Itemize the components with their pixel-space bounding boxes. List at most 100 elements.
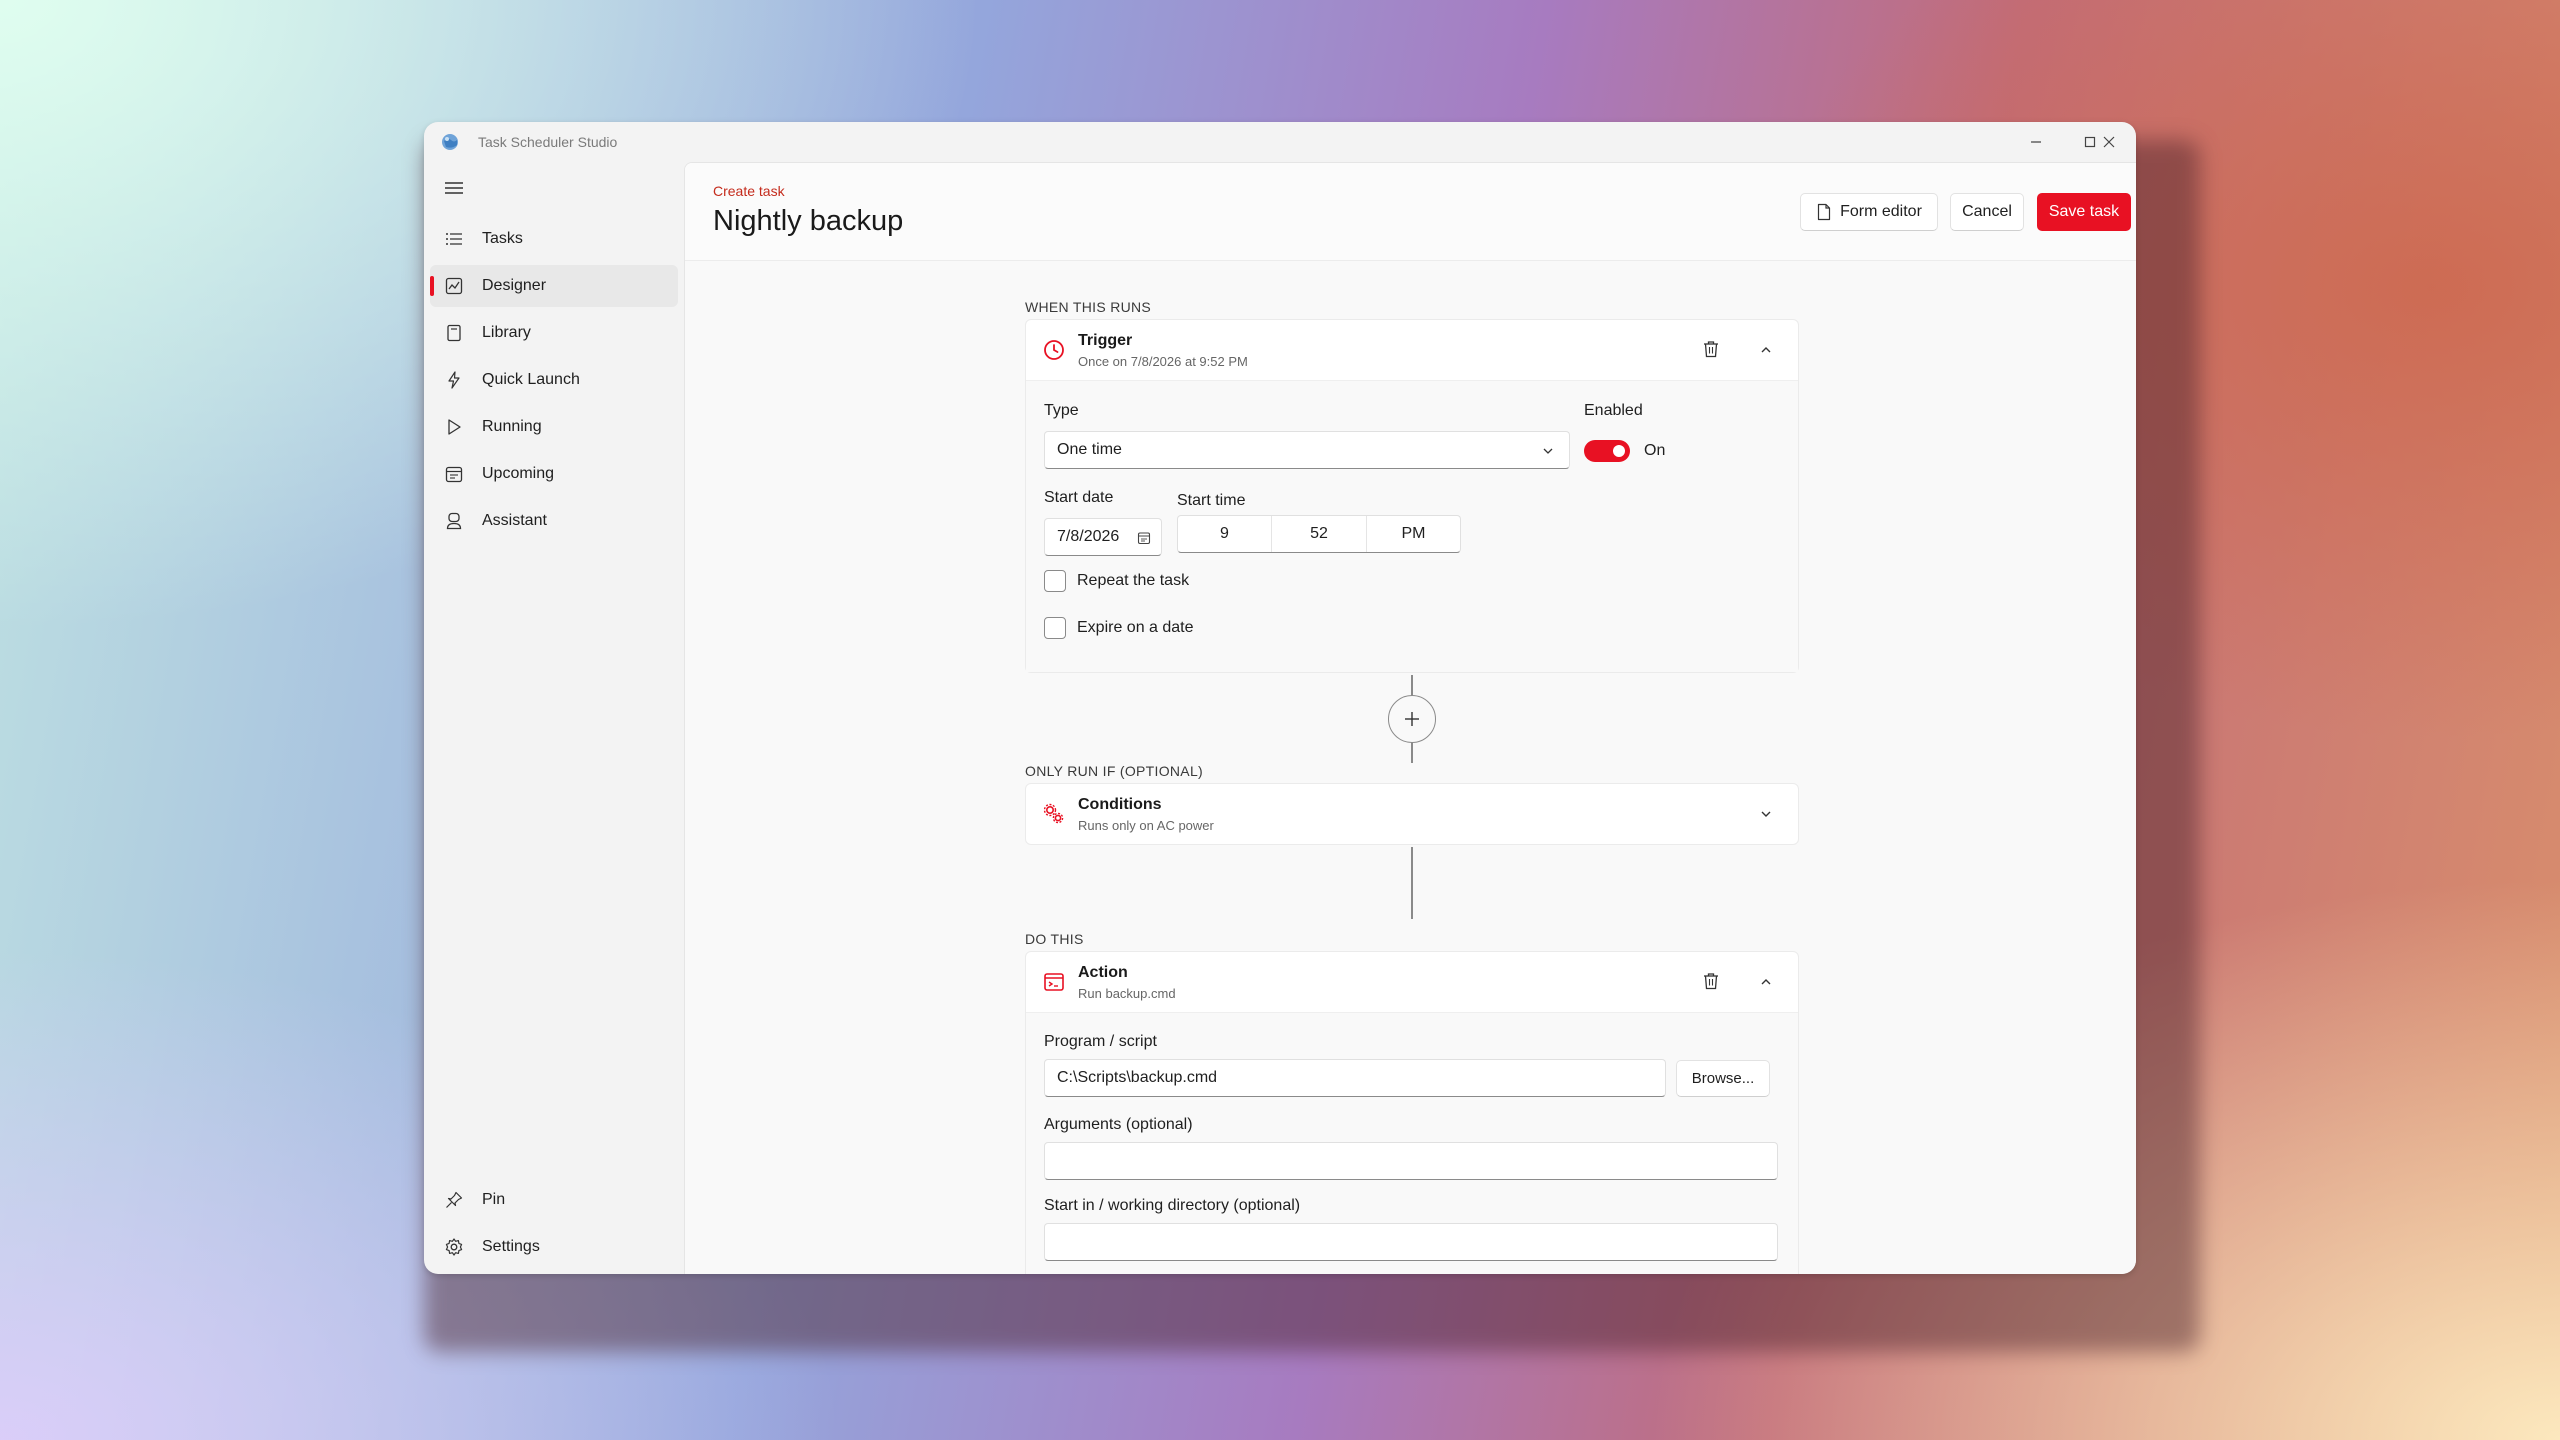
app-window: Task Scheduler Studio Tasks Designer Lib… xyxy=(424,122,2136,1274)
sidebar-item-label: Running xyxy=(482,418,542,435)
conditions-summary: Runs only on AC power xyxy=(1078,818,1214,833)
clock-icon xyxy=(1044,340,1064,360)
conditions-card: Conditions Runs only on AC power xyxy=(1025,783,1799,845)
page-header: Create task Nightly backup Form editor C… xyxy=(685,163,2136,261)
trigger-card: Trigger Once on 7/8/2026 at 9:52 PM Type… xyxy=(1025,319,1799,673)
form-editor-label: Form editor xyxy=(1840,203,1922,220)
sidebar-item-assistant[interactable]: Assistant xyxy=(430,500,678,542)
start-date-picker[interactable]: 7/8/2026 xyxy=(1044,518,1162,556)
start-time-label: Start time xyxy=(1177,492,1246,509)
enabled-toggle[interactable] xyxy=(1584,440,1630,462)
sidebar-item-label: Pin xyxy=(482,1191,506,1208)
enabled-label: Enabled xyxy=(1584,402,1643,419)
cancel-label: Cancel xyxy=(1962,203,2012,220)
type-value: One time xyxy=(1057,441,1122,458)
chevron-up-icon[interactable] xyxy=(1756,972,1776,992)
calendar-icon xyxy=(445,466,463,483)
sidebar-item-library[interactable]: Library xyxy=(430,312,678,354)
arguments-input[interactable] xyxy=(1044,1142,1778,1180)
assistant-icon xyxy=(446,512,462,530)
minimize-button[interactable] xyxy=(2009,122,2063,162)
browse-button[interactable]: Browse... xyxy=(1676,1060,1770,1097)
sidebar-item-label: Settings xyxy=(482,1238,540,1255)
play-icon xyxy=(448,419,461,435)
section-label-action: DO THIS xyxy=(1025,931,1084,947)
sidebar-item-designer[interactable]: Designer xyxy=(430,265,678,307)
sidebar-item-label: Assistant xyxy=(482,512,547,529)
minute-field[interactable]: 52 xyxy=(1272,516,1367,552)
sidebar-item-upcoming[interactable]: Upcoming xyxy=(430,453,678,495)
flow-connector xyxy=(1411,847,1413,919)
type-label: Type xyxy=(1044,402,1079,419)
window-title: Task Scheduler Studio xyxy=(478,134,618,150)
sidebar-item-label: Designer xyxy=(482,277,547,294)
library-icon xyxy=(447,324,461,342)
save-task-button[interactable]: Save task xyxy=(2037,193,2131,231)
list-icon xyxy=(446,233,462,245)
sidebar-item-label: Tasks xyxy=(482,230,523,247)
cancel-button[interactable]: Cancel xyxy=(1950,193,2024,231)
save-task-label: Save task xyxy=(2048,203,2120,220)
section-label-when: WHEN THIS RUNS xyxy=(1025,299,1152,315)
repeat-checkbox[interactable] xyxy=(1044,570,1066,592)
sidebar-item-label: Library xyxy=(482,324,531,341)
breadcrumb[interactable]: Create task xyxy=(713,183,785,199)
close-button[interactable] xyxy=(2082,122,2136,162)
start-in-input[interactable] xyxy=(1044,1223,1778,1261)
action-card: Action Run backup.cmd Program / script C… xyxy=(1025,951,1799,1274)
toggle-knob xyxy=(1613,445,1625,457)
sidebar-item-settings[interactable]: Settings xyxy=(430,1226,678,1268)
period-field[interactable]: PM xyxy=(1367,516,1460,552)
trigger-summary: Once on 7/8/2026 at 9:52 PM xyxy=(1078,354,1248,369)
page-title: Nightly backup xyxy=(713,205,904,237)
designer-icon xyxy=(445,277,463,295)
trash-icon[interactable] xyxy=(1700,970,1722,992)
trigger-card-header[interactable]: Trigger Once on 7/8/2026 at 9:52 PM xyxy=(1026,320,1798,380)
calendar-icon xyxy=(1137,532,1151,545)
chevron-up-icon[interactable] xyxy=(1756,340,1776,360)
browse-label: Browse... xyxy=(1691,1070,1755,1087)
conditions-card-header[interactable]: Conditions Runs only on AC power xyxy=(1026,784,1798,844)
arguments-label: Arguments (optional) xyxy=(1044,1116,1193,1133)
sidebar-item-tasks[interactable]: Tasks xyxy=(430,218,678,260)
chevron-down-icon xyxy=(1543,448,1553,454)
enabled-state: On xyxy=(1644,442,1666,459)
chevron-down-icon[interactable] xyxy=(1756,804,1776,824)
type-dropdown[interactable]: One time xyxy=(1044,431,1570,469)
program-value: C:\Scripts\backup.cmd xyxy=(1057,1069,1218,1086)
sidebar-item-running[interactable]: Running xyxy=(430,406,678,448)
action-card-header[interactable]: Action Run backup.cmd xyxy=(1026,952,1798,1012)
program-input[interactable]: C:\Scripts\backup.cmd xyxy=(1044,1059,1666,1097)
active-indicator xyxy=(430,276,434,296)
close-icon xyxy=(2103,136,2115,148)
section-label-conditions: ONLY RUN IF (OPTIONAL) xyxy=(1025,763,1203,779)
trash-icon[interactable] xyxy=(1700,338,1722,360)
plus-icon xyxy=(1405,712,1419,726)
expire-checkbox[interactable] xyxy=(1044,617,1066,639)
start-time-picker[interactable]: 9 52 PM xyxy=(1177,515,1461,553)
sidebar: Tasks Designer Library Quick Launch Runn… xyxy=(424,162,684,1274)
action-summary: Run backup.cmd xyxy=(1078,986,1176,1001)
form-editor-button[interactable]: Form editor xyxy=(1800,193,1938,231)
sidebar-item-quick-launch[interactable]: Quick Launch xyxy=(430,359,678,401)
add-step-button[interactable] xyxy=(1388,695,1436,743)
sidebar-item-label: Quick Launch xyxy=(482,371,580,388)
hour-field[interactable]: 9 xyxy=(1178,516,1272,552)
repeat-label: Repeat the task xyxy=(1077,572,1190,589)
start-date-value: 7/8/2026 xyxy=(1057,528,1120,545)
program-label: Program / script xyxy=(1044,1033,1157,1050)
document-icon xyxy=(1817,203,1831,221)
gear-icon xyxy=(445,1238,463,1256)
expire-label: Expire on a date xyxy=(1077,619,1194,636)
trigger-title: Trigger xyxy=(1078,332,1133,349)
terminal-icon xyxy=(1044,973,1064,991)
hamburger-menu-icon[interactable] xyxy=(440,174,468,202)
lightning-icon xyxy=(448,371,460,389)
trigger-card-body: Type One time Enabled On Start date 7/8/… xyxy=(1026,380,1798,672)
sidebar-item-pin[interactable]: Pin xyxy=(430,1179,678,1221)
main-content: Create task Nightly backup Form editor C… xyxy=(684,162,2136,1274)
action-card-body: Program / script C:\Scripts\backup.cmd B… xyxy=(1026,1012,1798,1274)
start-date-label: Start date xyxy=(1044,489,1114,506)
sidebar-item-label: Upcoming xyxy=(482,465,555,482)
minimize-icon xyxy=(2031,141,2041,143)
